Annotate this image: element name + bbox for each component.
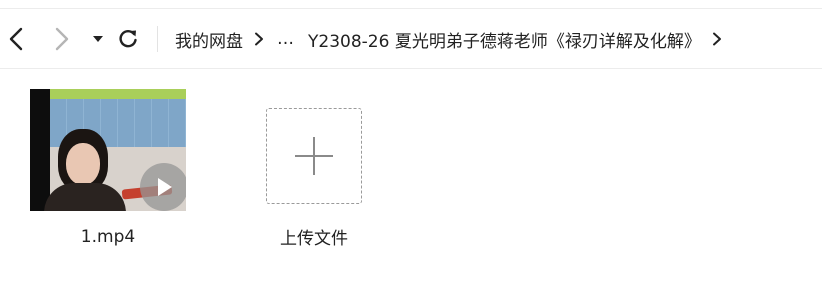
breadcrumb-item-ellipsis[interactable]: … [277,29,294,49]
refresh-button[interactable] [114,25,142,53]
toolbar-separator [157,26,158,52]
upload-label: 上传文件 [280,229,348,249]
navigation-bar: 我的网盘 … Y2308-26 夏光明弟子德蒋老师《禄刃详解及化解》 [0,9,822,69]
breadcrumb-item-current-folder[interactable]: Y2308-26 夏光明弟子德蒋老师《禄刃详解及化解》 [308,27,701,52]
file-name: 1.mp4 [80,227,136,247]
play-icon[interactable] [140,163,186,211]
caret-down-icon [93,36,103,42]
back-button[interactable] [2,25,30,53]
refresh-icon [119,29,137,48]
chevron-right-icon [254,32,264,46]
chevron-right-icon [55,27,69,51]
forward-button[interactable] [48,25,76,53]
breadcrumb-item-root[interactable]: 我的网盘 [175,27,243,52]
chevron-right-icon[interactable] [712,32,722,46]
upload-file-item[interactable]: 上传文件 [236,89,392,249]
plus-icon [295,137,333,175]
upload-dropzone[interactable] [266,108,362,204]
history-dropdown-button[interactable] [84,25,112,53]
file-item-video[interactable]: 1.mp4 [30,89,186,247]
video-thumbnail[interactable] [30,89,186,211]
chevron-left-icon [9,27,23,51]
breadcrumb: 我的网盘 … Y2308-26 夏光明弟子德蒋老师《禄刃详解及化解》 [175,26,735,52]
